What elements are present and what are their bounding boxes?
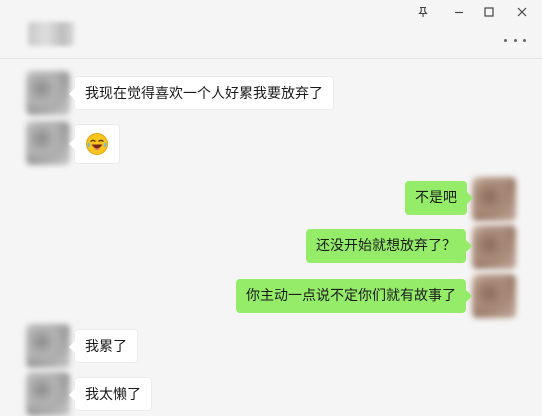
sender-avatar[interactable] xyxy=(26,121,70,165)
sender-avatar[interactable] xyxy=(26,71,70,115)
my-avatar[interactable] xyxy=(472,177,516,221)
maximize-icon[interactable] xyxy=(476,3,502,21)
sender-avatar[interactable] xyxy=(26,372,70,416)
minimize-icon[interactable] xyxy=(446,3,472,21)
message-text: 我现在觉得喜欢一个人好累我要放弃了 xyxy=(85,86,323,102)
message-text: 我累了 xyxy=(85,339,127,355)
sender-avatar[interactable] xyxy=(26,324,70,368)
laughing-crying-emoji-icon xyxy=(86,133,108,155)
chat-header xyxy=(0,0,542,59)
message-text: 还没开始就想放弃了？ xyxy=(316,238,456,254)
message-text: 我太懒了 xyxy=(85,387,141,403)
more-icon[interactable] xyxy=(504,32,526,48)
close-icon[interactable] xyxy=(509,3,535,21)
message-bubble[interactable]: 我现在觉得喜欢一个人好累我要放弃了 xyxy=(69,76,334,110)
contact-name-redacted[interactable] xyxy=(28,22,74,46)
pin-icon[interactable] xyxy=(410,3,436,21)
message-bubble[interactable]: 不是吧 xyxy=(405,181,473,215)
message-bubble[interactable]: 我太懒了 xyxy=(69,377,152,411)
message-text: 你主动一点说不定你们就有故事了 xyxy=(246,288,456,304)
message-bubble[interactable]: 还没开始就想放弃了？ xyxy=(306,229,472,263)
my-avatar[interactable] xyxy=(472,274,516,318)
message-bubble[interactable]: 你主动一点说不定你们就有故事了 xyxy=(236,279,472,313)
message-bubble[interactable]: 我累了 xyxy=(69,329,138,363)
message-text: 不是吧 xyxy=(415,190,457,206)
my-avatar[interactable] xyxy=(472,225,516,269)
emoji-message-bubble[interactable] xyxy=(69,124,120,164)
